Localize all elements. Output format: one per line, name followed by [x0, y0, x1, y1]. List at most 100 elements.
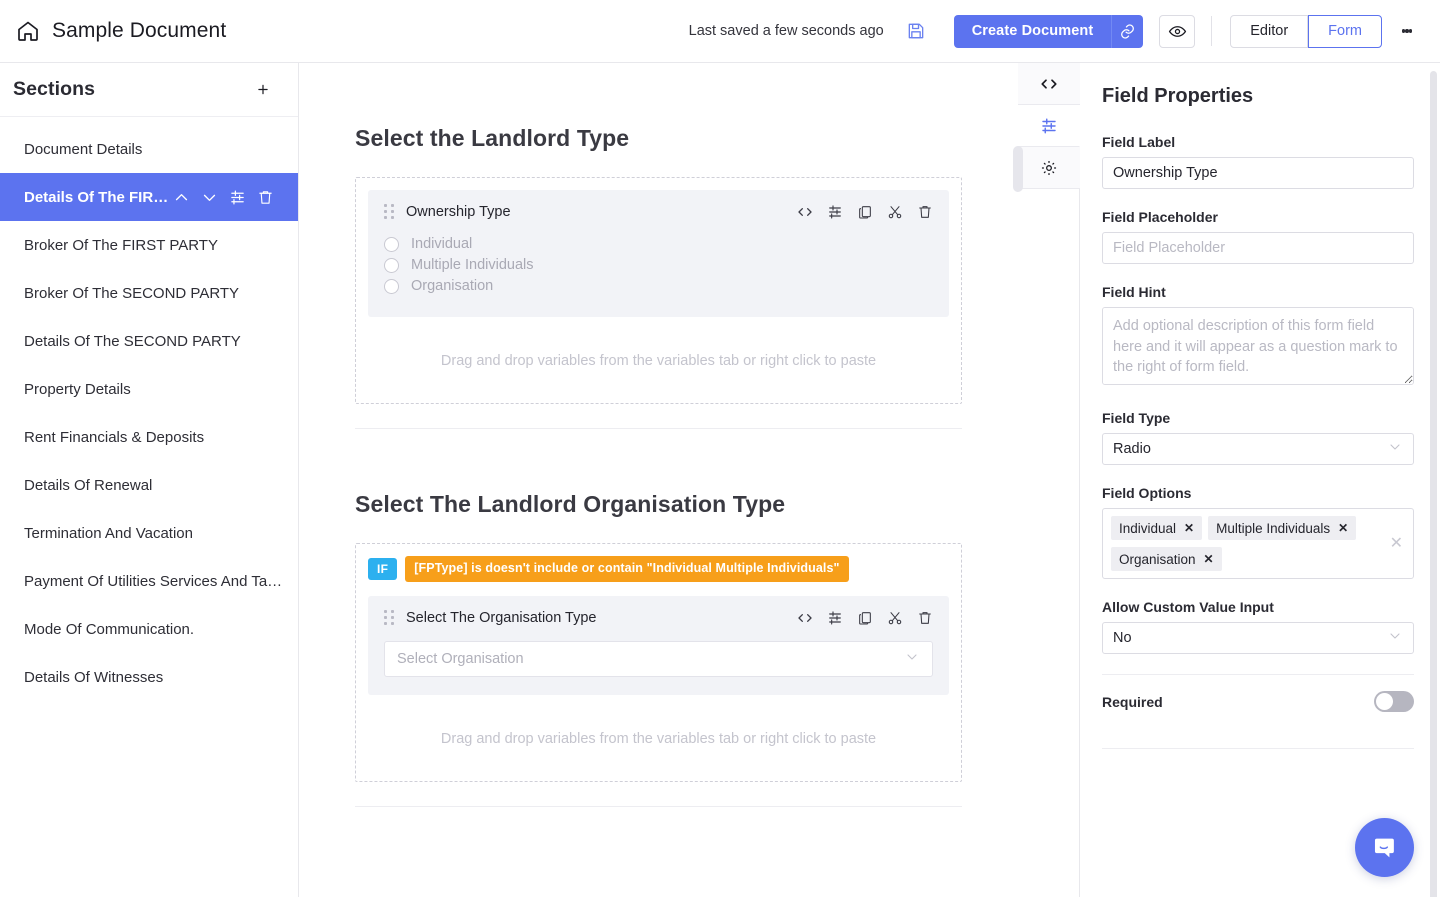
- chevron-down-icon: [904, 649, 920, 669]
- field-toolbar: [797, 204, 933, 220]
- copy-icon[interactable]: [857, 610, 873, 626]
- sidebar-item-termination-and-vacation[interactable]: Termination And Vacation: [0, 509, 298, 557]
- top-bar: Sample Document Last saved a few seconds…: [0, 0, 1440, 63]
- copy-icon[interactable]: [857, 204, 873, 220]
- option-tag-label: Multiple Individuals: [1216, 520, 1331, 536]
- tab-editor[interactable]: Editor: [1230, 14, 1309, 48]
- field-card-organisation-type[interactable]: Select The Organisation Type Select Orga…: [368, 595, 949, 695]
- allow-custom-value-group: Allow Custom Value Input No: [1102, 599, 1414, 654]
- conditional-logic-badge[interactable]: IF [FPType] is doesn't include or contai…: [368, 556, 949, 582]
- save-status-text: Last saved a few seconds ago: [688, 23, 884, 39]
- field-options-caption: Field Options: [1102, 485, 1192, 501]
- radio-option-list: Individual Multiple Individuals Organisa…: [384, 236, 933, 294]
- eye-icon[interactable]: [1159, 14, 1196, 48]
- field-options-tag-input[interactable]: Individual ✕ Multiple Individuals ✕ Orga…: [1102, 508, 1414, 579]
- panel-resize-handle[interactable]: [1013, 146, 1023, 192]
- sidebar-item-document-details[interactable]: Document Details: [0, 125, 298, 173]
- sidebar-item-details-of-renewal[interactable]: Details Of Renewal: [0, 461, 298, 509]
- required-toggle[interactable]: [1374, 691, 1414, 712]
- properties-scrollbar[interactable]: [1430, 71, 1437, 897]
- radio-option[interactable]: Organisation: [384, 278, 933, 294]
- field-label: Ownership Type: [406, 204, 511, 220]
- field-header: Select The Organisation Type: [384, 609, 933, 626]
- sidebar-item-details-of-witnesses[interactable]: Details Of Witnesses: [0, 653, 298, 701]
- chevron-down-icon: [1387, 628, 1403, 648]
- tab-form[interactable]: Form: [1308, 14, 1382, 48]
- drag-handle-icon[interactable]: [384, 204, 394, 220]
- radio-option[interactable]: Individual: [384, 236, 933, 252]
- form-block: Select The Landlord Organisation Type IF…: [299, 429, 1018, 782]
- organisation-select-placeholder: Select Organisation: [397, 650, 524, 667]
- block-title: Select the Landlord Type: [355, 125, 630, 151]
- radio-option[interactable]: Multiple Individuals: [384, 257, 933, 273]
- rail-tab-code[interactable]: [1018, 63, 1080, 105]
- field-type-select[interactable]: Radio: [1102, 433, 1414, 465]
- field-type-value: Radio: [1113, 441, 1151, 457]
- field-card-ownership-type[interactable]: Ownership Type Individual Multiple Indiv…: [368, 190, 949, 317]
- sidebar-item-property-details[interactable]: Property Details: [0, 365, 298, 413]
- trash-icon[interactable]: [917, 204, 933, 220]
- scissors-icon[interactable]: [887, 610, 903, 626]
- link-icon[interactable]: [1111, 14, 1144, 48]
- rail-tab-field-properties[interactable]: [1018, 105, 1080, 147]
- plus-icon[interactable]: [250, 77, 276, 103]
- radio-option-label: Organisation: [411, 278, 494, 294]
- code-icon[interactable]: [797, 204, 813, 220]
- block-title: Select The Landlord Organisation Type: [355, 491, 786, 517]
- sidebar-item-label: Details Of Renewal: [24, 476, 153, 494]
- drag-drop-hint: Drag and drop variables from the variabl…: [440, 730, 877, 747]
- field-label-caption: Field Label: [1102, 134, 1176, 150]
- field-placeholder-input[interactable]: [1102, 232, 1414, 264]
- radio-option-label: Individual: [411, 236, 473, 252]
- remove-tag-icon[interactable]: ✕: [1338, 522, 1348, 534]
- block-divider: [355, 805, 962, 807]
- code-icon: [1040, 75, 1058, 93]
- field-properties-panel: Field Properties Field Label Field Place…: [1080, 63, 1440, 897]
- field-hint-textarea[interactable]: [1102, 307, 1414, 385]
- create-document-button[interactable]: Create Document: [953, 14, 1112, 48]
- sidebar-item-label: Payment Of Utilities Services And Ta…: [24, 572, 283, 590]
- field-hint-caption: Field Hint: [1102, 284, 1166, 300]
- sliders-icon[interactable]: [229, 189, 246, 206]
- scissors-icon[interactable]: [887, 204, 903, 220]
- chevron-up-icon[interactable]: [173, 189, 190, 206]
- remove-tag-icon[interactable]: ✕: [1204, 553, 1214, 565]
- toolbar-divider: [1211, 16, 1213, 46]
- sidebar-item-label: Termination And Vacation: [24, 524, 193, 542]
- kebab-menu-icon[interactable]: [1392, 15, 1422, 48]
- sidebar-item-broker-of-the-first-party[interactable]: Broker Of The FIRST PARTY: [0, 221, 298, 269]
- block-dropzone[interactable]: Ownership Type Individual Multiple Indiv…: [355, 177, 962, 404]
- sidebar-item-details-of-the-second-party[interactable]: Details Of The SECOND PARTY: [0, 317, 298, 365]
- sliders-icon[interactable]: [827, 610, 843, 626]
- sidebar-item-label: Details Of The FIRST P…: [24, 188, 173, 206]
- field-label-input[interactable]: [1102, 157, 1414, 189]
- code-icon[interactable]: [797, 610, 813, 626]
- remove-tag-icon[interactable]: ✕: [1184, 522, 1194, 534]
- radio-circle-icon[interactable]: [384, 236, 399, 252]
- clear-all-options-icon[interactable]: ✕: [1390, 535, 1403, 552]
- organisation-select[interactable]: Select Organisation: [384, 640, 933, 677]
- sidebar-item-details-of-the-first-party[interactable]: Details Of The FIRST P…: [0, 173, 298, 221]
- rail-tab-settings[interactable]: [1018, 147, 1080, 189]
- sliders-icon[interactable]: [827, 204, 843, 220]
- radio-circle-icon[interactable]: [384, 257, 399, 273]
- sidebar-item-payment-of-utilities[interactable]: Payment Of Utilities Services And Ta…: [0, 557, 298, 605]
- body: Sections Document Details Details Of The…: [0, 63, 1440, 897]
- home-icon[interactable]: [16, 19, 40, 43]
- radio-option-label: Multiple Individuals: [411, 257, 534, 273]
- chevron-down-icon[interactable]: [201, 189, 218, 206]
- drag-handle-icon[interactable]: [384, 609, 394, 626]
- floppy-disk-icon[interactable]: [900, 15, 932, 47]
- field-type-group: Field Type Radio: [1102, 410, 1414, 465]
- required-toggle-row: Required: [1102, 675, 1414, 728]
- block-dropzone[interactable]: IF [FPType] is doesn't include or contai…: [355, 543, 962, 782]
- allow-custom-value-select[interactable]: No: [1102, 622, 1414, 654]
- radio-circle-icon[interactable]: [384, 278, 399, 294]
- view-mode-switch: Editor Form: [1230, 14, 1382, 48]
- trash-icon[interactable]: [257, 189, 274, 206]
- chat-bubble-icon[interactable]: [1355, 818, 1414, 877]
- sidebar-item-broker-of-the-second-party[interactable]: Broker Of The SECOND PARTY: [0, 269, 298, 317]
- sidebar-item-rent-financials-and-deposits[interactable]: Rent Financials & Deposits: [0, 413, 298, 461]
- trash-icon[interactable]: [917, 610, 933, 626]
- sidebar-item-mode-of-communication[interactable]: Mode Of Communication.: [0, 605, 298, 653]
